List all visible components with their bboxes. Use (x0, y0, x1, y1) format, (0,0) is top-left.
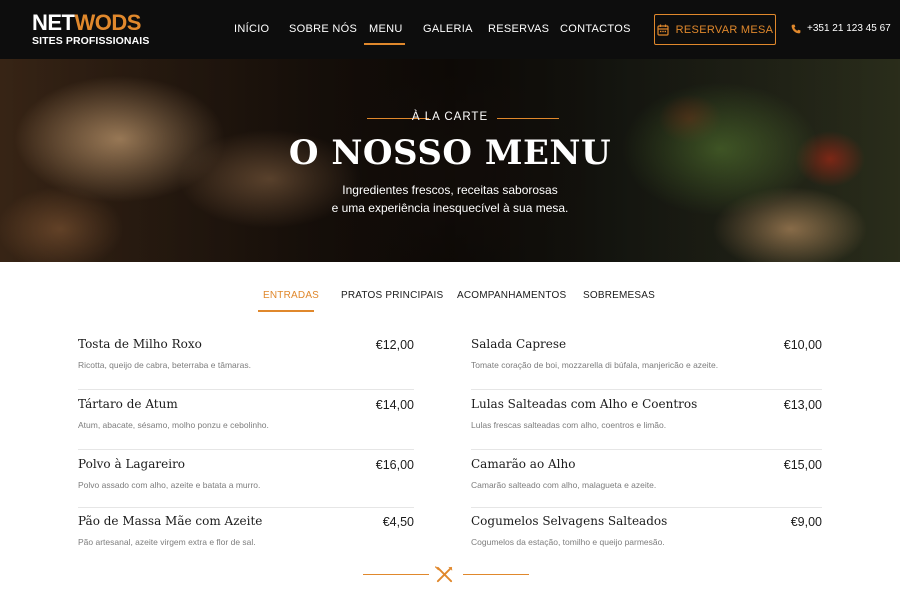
tab-entradas[interactable]: ENTRADAS (263, 290, 319, 301)
menu-item-description: Cogumelos da estação, tomilho e queijo p… (471, 537, 665, 547)
menu-item-description: Pão artesanal, azeite virgem extra e flo… (78, 537, 256, 547)
menu-item-description: Lulas frescas salteadas com alho, coentr… (471, 420, 667, 430)
nav-item-inicio[interactable]: INÍCIO (234, 22, 269, 36)
menu-item-name: Camarão ao Alho (471, 457, 576, 471)
logo-name-accent: WODS (74, 10, 142, 35)
tab-sobremesas[interactable]: SOBREMESAS (583, 290, 655, 301)
page-title: O NOSSO MENU (288, 133, 612, 173)
menu-item-name: Tosta de Milho Roxo (78, 337, 202, 351)
menu-item-name: Polvo à Lagareiro (78, 457, 186, 471)
menu-item: Camarão ao Alho €15,00 Camarão salteado … (471, 450, 822, 508)
nav-item-galeria[interactable]: GALERIA (423, 22, 473, 36)
menu-item-price: €13,00 (783, 398, 822, 412)
nav-item-sobre-nos[interactable]: SOBRE NÓS (289, 22, 357, 36)
fork-knife-icon (435, 566, 453, 583)
reserve-table-label: RESERVAR MESA (675, 23, 774, 36)
calendar-icon (657, 24, 669, 36)
reserve-table-button[interactable]: RESERVAR MESA (654, 14, 776, 45)
menu-item-name: Lulas Salteadas com Alho e Coentros (471, 397, 698, 411)
menu-item: Tártaro de Atum €14,00 Atum, abacate, sé… (78, 390, 414, 450)
site-header: NETWODS SITES PROFISSIONAIS INÍCIO SOBRE… (0, 0, 900, 59)
menu-item-price: €9,00 (790, 515, 822, 529)
menu-item-description: Ricotta, queijo de cabra, beterraba e tâ… (78, 360, 251, 370)
menu-item-description: Atum, abacate, sésamo, molho ponzu e ceb… (78, 420, 269, 430)
menu-item: Tosta de Milho Roxo €12,00 Ricotta, quei… (78, 330, 414, 390)
menu-item-price: €10,00 (783, 338, 822, 352)
menu-item-description: Polvo assado com alho, azeite e batata a… (78, 480, 261, 490)
menu-item: Lulas Salteadas com Alho e Coentros €13,… (471, 390, 822, 450)
logo-tagline: SITES PROFISSIONAIS (32, 35, 150, 47)
phone-icon (791, 24, 801, 33)
hero-subtitle: Ingredientes frescos, receitas saborosas… (0, 181, 900, 217)
tab-active-indicator (258, 310, 314, 312)
hero-subtitle-line-1: Ingredientes frescos, receitas saborosas (342, 183, 558, 197)
menu-item-description: Camarão salteado com alho, malagueta e a… (471, 480, 657, 490)
nav-item-contactos[interactable]: CONTACTOS (560, 22, 631, 36)
nav-active-indicator (364, 43, 405, 45)
hero-kicker: À LA CARTE (411, 111, 489, 123)
divider-line-right (463, 574, 529, 575)
menu-item-description: Tomate coração de boi, mozzarella di búf… (471, 360, 719, 370)
menu-item-price: €15,00 (783, 458, 822, 472)
divider-line-left (363, 574, 429, 575)
phone-number: +351 21 123 45 67 (807, 23, 891, 34)
hero-banner: À LA CARTE O NOSSO MENU Ingredientes fre… (0, 59, 900, 262)
menu-item-name: Tártaro de Atum (78, 397, 178, 411)
menu-item-price: €12,00 (375, 338, 414, 352)
menu-item-name: Salada Caprese (471, 337, 567, 351)
menu-item: Pão de Massa Mãe com Azeite €4,50 Pão ar… (78, 507, 414, 557)
logo-wordmark: NETWODS (32, 12, 149, 34)
tab-acompanhamentos[interactable]: ACOMPANHAMENTOS (457, 290, 566, 301)
nav-item-menu[interactable]: MENU (369, 22, 403, 36)
menu-item-price: €14,00 (375, 398, 414, 412)
logo-name-white: NET (32, 10, 75, 35)
menu-item-name: Cogumelos Selvagens Salteados (471, 514, 668, 528)
menu-item-price: €16,00 (375, 458, 414, 472)
menu-item: Salada Caprese €10,00 Tomate coração de … (471, 330, 822, 390)
nav-item-reservas[interactable]: RESERVAS (488, 22, 549, 36)
logo[interactable]: NETWODS SITES PROFISSIONAIS (32, 12, 150, 48)
menu-item-price: €4,50 (382, 515, 414, 529)
menu-item-name: Pão de Massa Mãe com Azeite (78, 514, 263, 528)
menu-item: Polvo à Lagareiro €16,00 Polvo assado co… (78, 450, 414, 508)
phone-contact[interactable]: +351 21 123 45 67 (791, 23, 891, 34)
tab-pratos-principais[interactable]: PRATOS PRINCIPAIS (341, 290, 443, 301)
hero-subtitle-line-2: e uma experiência inesquecível à sua mes… (331, 201, 569, 215)
menu-item: Cogumelos Selvagens Salteados €9,00 Cogu… (471, 507, 822, 557)
